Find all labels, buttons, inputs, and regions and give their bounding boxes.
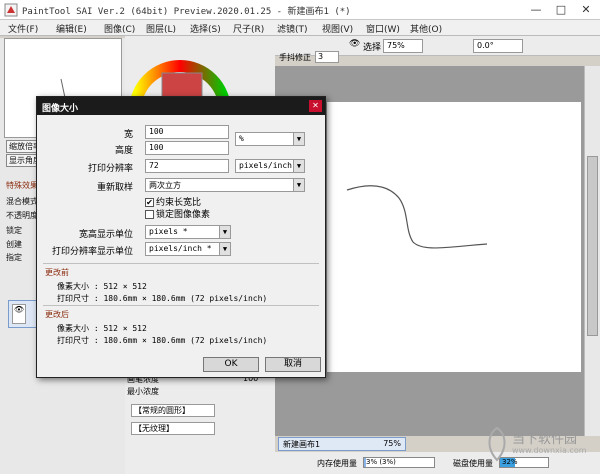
checkbox-box[interactable]	[145, 210, 154, 219]
menu-window[interactable]: 窗口(W)	[366, 22, 400, 35]
res-unit-value: pixels/inch *	[149, 244, 212, 253]
window-title: PaintTool SAI Ver.2 (64bit) Preview.2020…	[22, 7, 351, 17]
before-print-size: 打印尺寸 : 180.6mm × 180.6mm (72 pixels/inch…	[57, 294, 268, 303]
size-unit-select[interactable]: % ▼	[235, 132, 305, 146]
min-density-label: 最小浓度	[127, 387, 159, 396]
chevron-down-icon: ▼	[219, 243, 230, 255]
texture-select[interactable]: 【无纹理】	[131, 422, 215, 435]
menu-other[interactable]: 其他(O)	[410, 22, 442, 35]
memory-label: 内存使用量	[317, 459, 357, 468]
before-section-label: 更改前	[45, 268, 69, 277]
menu-ruler[interactable]: 尺子(R)	[233, 22, 264, 35]
dialog-title: 图像大小	[42, 104, 79, 114]
height-label: 高度	[114, 146, 133, 156]
checkbox-box[interactable]: ✔	[145, 198, 154, 207]
color-wheel[interactable]	[125, 36, 275, 162]
brush-shape-select[interactable]: 【常规的圆形】	[131, 404, 215, 417]
memory-value: 3% (3%)	[366, 458, 396, 466]
dialog-close-button[interactable]: ✕	[309, 100, 322, 112]
after-section-label: 更改后	[45, 310, 69, 319]
scroll-thumb[interactable]	[587, 156, 598, 336]
menu-layer[interactable]: 图层(L)	[146, 22, 176, 35]
menu-file[interactable]: 文件(F)	[8, 22, 38, 35]
menu-view[interactable]: 视图(V)	[322, 22, 353, 35]
menu-select[interactable]: 选择(S)	[190, 22, 221, 35]
image-size-dialog: 图像大小 ✕ 宽 100 高度 100 % ▼ 打印分辨率 72 pixels/…	[36, 96, 326, 378]
divider	[43, 305, 319, 306]
resample-value: 两次立方	[149, 181, 181, 190]
cancel-button[interactable]: 取消	[265, 357, 321, 372]
menu-image[interactable]: 图像(C)	[104, 22, 135, 35]
lock-pixels-label: 锁定图像像素	[156, 210, 211, 220]
canvas-stroke	[346, 185, 488, 249]
chevron-down-icon: ▼	[293, 179, 304, 191]
height-input[interactable]: 100	[145, 141, 229, 155]
memory-meter: 3% (3%)	[363, 457, 435, 468]
stabilizer-select[interactable]: 3	[315, 51, 339, 63]
effects-section[interactable]: 特殊效果	[6, 180, 38, 191]
wh-unit-label: 宽高显示单位	[78, 230, 133, 240]
chevron-down-icon: ▼	[293, 133, 304, 145]
before-pixel-size: 像素大小 : 512 × 512	[57, 282, 147, 291]
create-checkbox[interactable]: 创建	[6, 239, 22, 250]
width-input[interactable]: 100	[145, 125, 229, 139]
resolution-unit-select[interactable]: pixels/inch ▼	[235, 159, 305, 173]
blend-mode-label: 混合模式	[6, 197, 38, 206]
designate-radio[interactable]: 指定	[6, 252, 22, 263]
wh-unit-select[interactable]: pixels * ▼	[145, 225, 231, 239]
chevron-down-icon: ▼	[219, 226, 230, 238]
document-name: 新建画布1	[283, 440, 321, 449]
document-tab[interactable]: 新建画布1 75%	[278, 437, 406, 451]
watermark-url: www.downxia.com	[512, 446, 587, 455]
dialog-title-bar: 图像大小 ✕	[37, 97, 325, 115]
app-icon	[4, 3, 18, 17]
divider	[43, 263, 319, 264]
maximize-button[interactable]: □	[551, 2, 571, 18]
menu-bar: 文件(F) 编辑(E) 图像(C) 图层(L) 选择(S) 尺子(R) 滤镜(T…	[0, 20, 600, 36]
resolution-input[interactable]: 72	[145, 159, 229, 173]
res-unit-label: 打印分辨率显示单位	[51, 247, 133, 257]
width-label: 宽	[123, 130, 133, 140]
eye-icon[interactable]: 👁	[12, 304, 26, 324]
stabilizer-label: 手抖修正	[279, 53, 311, 62]
opacity-label: 不透明度	[6, 211, 38, 220]
wh-unit-value: pixels *	[149, 227, 188, 236]
lock-pixels-checkbox[interactable]: 锁定图像像素	[145, 207, 210, 220]
resolution-unit-value: pixels/inch	[239, 161, 292, 170]
menu-edit[interactable]: 编辑(E)	[56, 22, 87, 35]
ok-button[interactable]: OK	[203, 357, 259, 372]
after-pixel-size: 像素大小 : 512 × 512	[57, 324, 147, 333]
resample-label: 重新取样	[96, 183, 133, 193]
lock-label: 锁定	[6, 226, 22, 235]
watermark-text: 当下软件园	[512, 432, 578, 447]
eye-toggle-icon[interactable]: 👁	[349, 39, 360, 49]
title-bar: PaintTool SAI Ver.2 (64bit) Preview.2020…	[0, 0, 600, 20]
close-button[interactable]: ✕	[576, 2, 596, 18]
vertical-scrollbar[interactable]	[584, 66, 600, 436]
brush-panel: 画笔浓度 100 最小浓度 【常规的圆形】 【无纹理】	[125, 372, 275, 474]
color-panel	[125, 36, 275, 162]
res-unit-select[interactable]: pixels/inch * ▼	[145, 242, 231, 256]
menu-filter[interactable]: 滤镜(T)	[277, 22, 308, 35]
canvas[interactable]	[327, 102, 581, 372]
resample-select[interactable]: 两次立方 ▼	[145, 178, 305, 192]
size-unit-value: %	[239, 134, 244, 143]
chevron-down-icon: ▼	[293, 160, 304, 172]
watermark: 当下软件园 www.downxia.com	[480, 418, 600, 474]
minimize-button[interactable]: —	[526, 2, 546, 18]
stabilizer-bar: 手抖修正 3	[275, 51, 475, 65]
document-zoom: 75%	[383, 439, 401, 448]
after-print-size: 打印尺寸 : 180.6mm × 180.6mm (72 pixels/inch…	[57, 336, 268, 345]
watermark-logo-icon	[488, 426, 506, 462]
resolution-label: 打印分辨率	[87, 164, 133, 174]
rotation-select[interactable]: 0.0°	[473, 39, 523, 53]
